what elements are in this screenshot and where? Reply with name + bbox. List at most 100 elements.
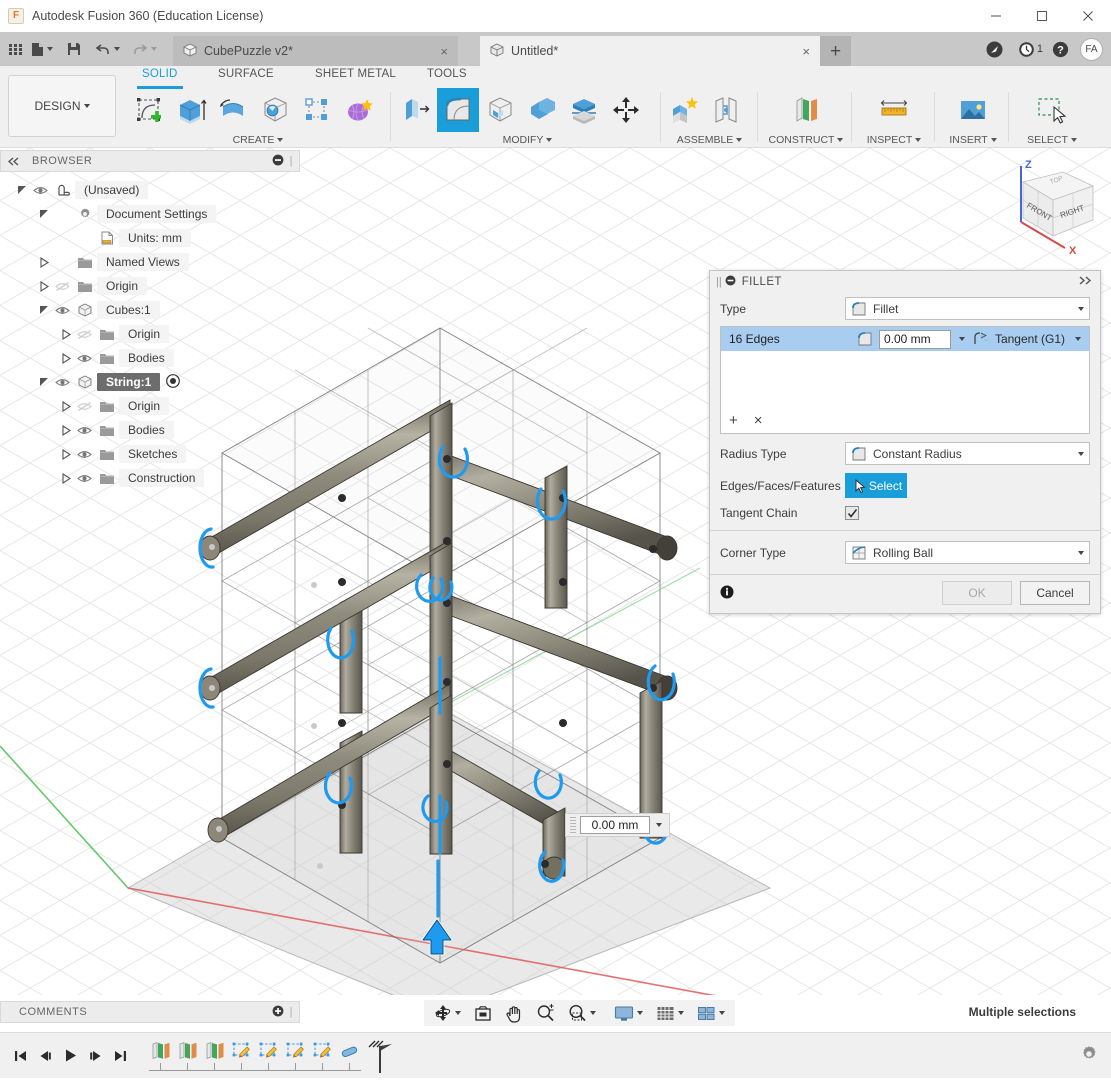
browser-tree-item-bodies[interactable]: Bodies	[0, 346, 300, 370]
timeline-feature-pipe[interactable]	[336, 1039, 363, 1073]
cancel-button[interactable]: Cancel	[1020, 581, 1090, 605]
badge-grip[interactable]	[570, 817, 576, 833]
browser-tree-item-origin[interactable]: Origin	[0, 394, 300, 418]
ribbon-tab-surface[interactable]: SURFACE	[218, 68, 274, 80]
browser-tree-item-document-settings[interactable]: Document Settings	[0, 202, 300, 226]
visibility-eye-icon[interactable]	[73, 329, 95, 340]
skip-start-icon[interactable]	[8, 1041, 33, 1071]
expand-arrow-icon[interactable]	[38, 208, 51, 221]
remove-selection-button[interactable]: ×	[754, 412, 763, 429]
dialog-grip[interactable]: ||	[716, 276, 722, 288]
extrude-button[interactable]	[170, 88, 212, 132]
minimize-icon[interactable]	[973, 0, 1019, 32]
step-forward-icon[interactable]	[83, 1041, 108, 1071]
zoom-window-icon[interactable]	[559, 1000, 600, 1026]
visibility-eye-icon[interactable]	[51, 281, 73, 292]
browser-tree-item-unsaved[interactable]: (Unsaved)	[0, 178, 300, 202]
skip-end-icon[interactable]	[108, 1041, 133, 1071]
chevron-down-icon[interactable]	[1078, 307, 1084, 311]
fillet-selection-list[interactable]: 16 Edges 0.00 mm Tangent (G1) + ×	[720, 326, 1090, 434]
help-icon[interactable]: ?	[1045, 32, 1076, 66]
chevron-down-icon[interactable]	[959, 337, 965, 341]
expand-right-icon[interactable]	[1078, 276, 1094, 288]
job-status-icon[interactable]: 1	[1011, 32, 1045, 66]
fillet-type-dropdown[interactable]: Fillet	[845, 297, 1090, 320]
joint-button[interactable]	[705, 88, 747, 132]
chevron-down-icon[interactable]	[1078, 551, 1084, 555]
collapse-arrow-icon[interactable]	[38, 280, 51, 293]
collapse-arrow-icon[interactable]	[60, 472, 73, 485]
browser-tree-item-bodies[interactable]: Bodies	[0, 418, 300, 442]
browser-tree-item-sketches[interactable]: Sketches	[0, 442, 300, 466]
app-grid-icon[interactable]	[4, 32, 27, 66]
visibility-eye-icon[interactable]	[73, 401, 95, 412]
timeline-feature-sketch-2[interactable]	[255, 1039, 282, 1073]
press-pull-button[interactable]	[395, 88, 437, 132]
select-button[interactable]: Select	[845, 473, 907, 498]
rectangular-pattern-button[interactable]	[296, 88, 338, 132]
visibility-eye-icon[interactable]	[51, 305, 73, 316]
info-icon[interactable]	[720, 585, 734, 602]
view-cube[interactable]: FRONT RIGHT TOP Z X	[981, 156, 1101, 266]
visibility-eye-icon[interactable]	[51, 377, 73, 388]
timeline-feature-plane-2[interactable]	[174, 1039, 201, 1073]
timeline-feature-plane-1[interactable]	[147, 1039, 174, 1073]
add-selection-button[interactable]: +	[729, 412, 738, 429]
save-icon[interactable]	[57, 32, 85, 66]
split-body-button[interactable]	[563, 88, 605, 132]
visibility-eye-icon[interactable]	[73, 425, 95, 436]
collapse-arrow-icon[interactable]	[38, 256, 51, 269]
browser-tree-item-units-mm[interactable]: Units: mm	[0, 226, 300, 250]
timeline-end-marker[interactable]	[365, 1037, 395, 1075]
edge-radius-input[interactable]: 0.00 mm	[879, 330, 951, 349]
orbit-icon[interactable]	[430, 1000, 465, 1026]
radius-value-badge[interactable]: 0.00 mm	[565, 813, 670, 837]
minus-circle-icon[interactable]	[725, 275, 736, 289]
collapse-arrow-icon[interactable]	[60, 424, 73, 437]
expand-arrow-icon[interactable]	[38, 376, 51, 389]
browser-tree-item-string-1[interactable]: String:1	[0, 370, 300, 394]
panel-grip[interactable]: |	[290, 1006, 293, 1018]
close-icon[interactable]: ×	[416, 44, 448, 59]
step-back-icon[interactable]	[33, 1041, 58, 1071]
comments-panel[interactable]: COMMENTS |	[0, 1001, 300, 1023]
ribbon-tab-solid[interactable]: SOLID	[142, 68, 178, 80]
insert-image-button[interactable]	[952, 88, 994, 132]
visibility-eye-icon[interactable]	[73, 449, 95, 460]
timeline-feature-sketch-3[interactable]	[282, 1039, 309, 1073]
corner-type-dropdown[interactable]: Rolling Ball	[845, 541, 1090, 564]
timeline-feature-sketch-4[interactable]	[309, 1039, 336, 1073]
browser-options-icon[interactable]	[272, 154, 284, 169]
radius-value-input[interactable]: 0.00 mm	[580, 816, 650, 834]
close-icon[interactable]: ×	[778, 44, 810, 59]
extensions-icon[interactable]	[978, 32, 1011, 66]
combine-button[interactable]	[521, 88, 563, 132]
fillet-button[interactable]	[437, 88, 479, 132]
revolve-button[interactable]	[212, 88, 254, 132]
dialog-title-bar[interactable]: || FILLET	[710, 271, 1100, 293]
close-icon[interactable]	[1065, 0, 1111, 32]
visibility-eye-icon[interactable]	[73, 353, 95, 364]
visibility-eye-icon[interactable]	[29, 185, 51, 196]
chevron-down-icon[interactable]	[656, 823, 662, 827]
avatar[interactable]: FA	[1080, 38, 1103, 61]
grid-icon[interactable]	[647, 1000, 688, 1026]
play-icon[interactable]	[58, 1041, 83, 1071]
radius-type-dropdown[interactable]: Constant Radius	[845, 442, 1090, 465]
new-tab-button[interactable]: +	[820, 36, 851, 66]
chevron-down-icon[interactable]	[1078, 452, 1084, 456]
browser-tree-item-origin[interactable]: Origin	[0, 274, 300, 298]
visibility-eye-icon[interactable]	[73, 473, 95, 484]
expand-arrow-icon[interactable]	[16, 184, 29, 197]
browser-tree-item-cubes-1[interactable]: Cubes:1	[0, 298, 300, 322]
new-component-button[interactable]	[663, 88, 705, 132]
document-tab-cubepuzzle[interactable]: CubePuzzle v2* ×	[173, 36, 458, 66]
display-icon[interactable]	[600, 1000, 647, 1026]
measure-button[interactable]	[873, 88, 915, 132]
ribbon-tab-sheet-metal[interactable]: SHEET METAL	[315, 68, 396, 80]
collapse-left-icon[interactable]	[7, 157, 20, 166]
viewports-icon[interactable]	[688, 1000, 729, 1026]
zoom-icon[interactable]	[527, 1000, 559, 1026]
fillet-selection-row[interactable]: 16 Edges 0.00 mm Tangent (G1)	[721, 327, 1089, 351]
timeline-settings-gear-icon[interactable]	[1079, 1044, 1099, 1067]
